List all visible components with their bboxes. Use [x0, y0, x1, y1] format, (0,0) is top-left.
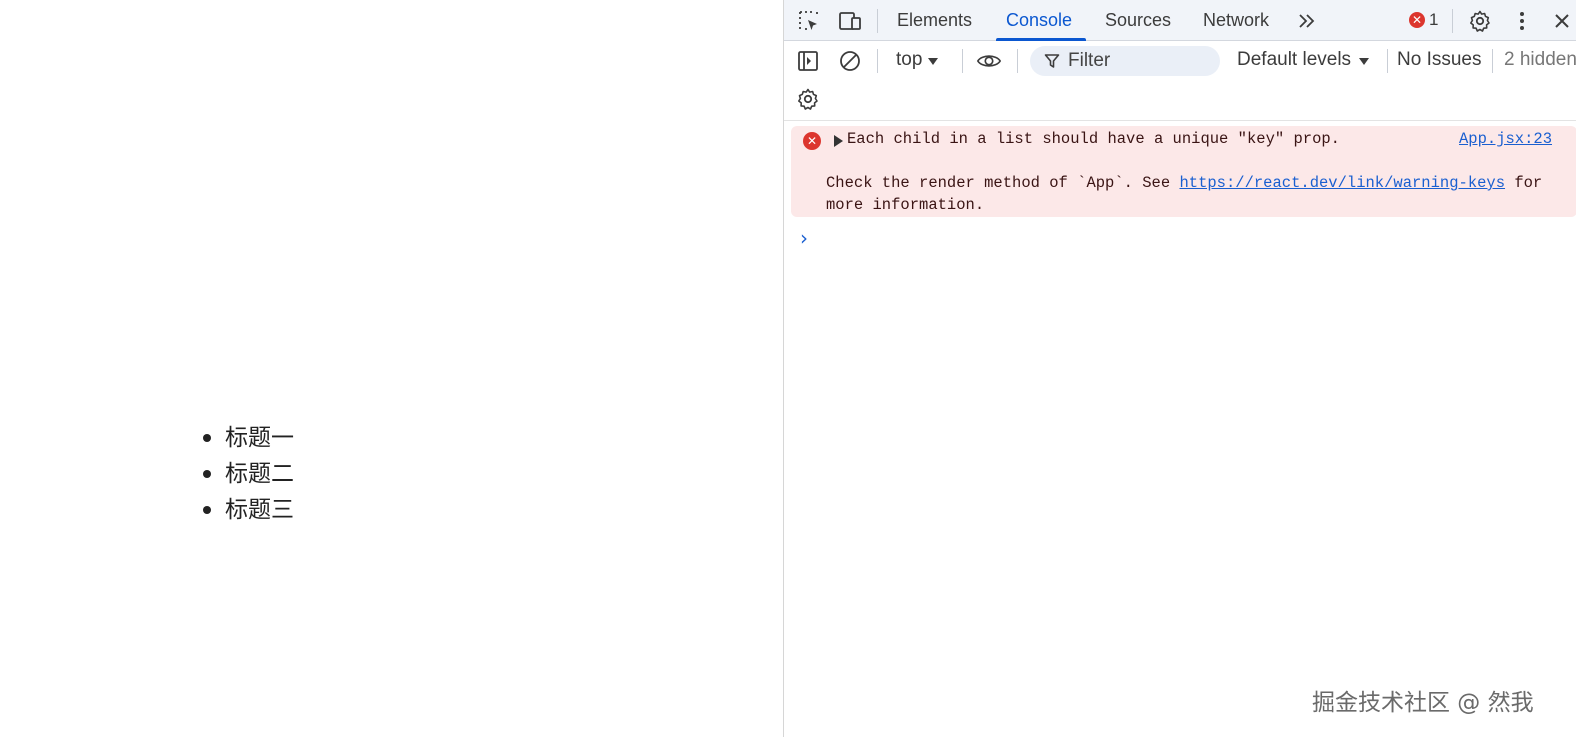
- list-item: 标题三: [203, 492, 294, 528]
- separator: [1452, 9, 1453, 33]
- more-tabs-icon[interactable]: [1294, 8, 1320, 34]
- context-label: top: [896, 49, 923, 70]
- tab-elements[interactable]: Elements: [897, 0, 972, 41]
- hidden-messages-count: 2 hidden: [1504, 49, 1576, 70]
- watermark: 掘金技术社区 @ 然我: [1312, 690, 1534, 716]
- filter-field[interactable]: [1030, 46, 1220, 76]
- sidebar-toggle-icon[interactable]: [795, 48, 821, 74]
- devtools-panel: Elements Console Sources Network ✕ 1 top…: [783, 0, 1576, 737]
- error-count-badge[interactable]: ✕ 1: [1409, 10, 1438, 30]
- prompt-chevron-icon[interactable]: ›: [800, 226, 808, 250]
- filter-input[interactable]: [1068, 50, 1198, 72]
- context-selector[interactable]: top: [896, 49, 939, 71]
- detail-prefix: Check the render method of `App`. See: [826, 174, 1180, 192]
- issues-button[interactable]: No Issues: [1397, 49, 1481, 71]
- separator: [962, 49, 963, 73]
- levels-label: Default levels: [1237, 49, 1352, 70]
- list-item: 标题一: [203, 420, 294, 456]
- page-viewport: 标题一 标题二 标题三: [0, 0, 783, 737]
- tab-network[interactable]: Network: [1203, 0, 1269, 41]
- clear-console-icon[interactable]: [837, 48, 863, 74]
- console-output: ✕ Each child in a list should have a uni…: [784, 121, 1576, 737]
- more-options-icon[interactable]: [1509, 8, 1535, 34]
- error-count: 1: [1429, 10, 1439, 29]
- inspect-element-icon[interactable]: [796, 8, 822, 34]
- chevron-down-icon: [1359, 58, 1370, 65]
- error-source-link[interactable]: App.jsx:23: [1459, 130, 1552, 148]
- chevron-down-icon: [928, 58, 939, 65]
- settings-icon[interactable]: [1467, 8, 1493, 34]
- devtools-tabbar: Elements Console Sources Network ✕ 1: [784, 0, 1576, 41]
- title-list: 标题一 标题二 标题三: [203, 420, 294, 528]
- error-detail: Check the render method of `App`. See ht…: [826, 172, 1546, 216]
- error-icon: ✕: [1409, 12, 1425, 28]
- error-text: Each child in a list should have a uniqu…: [847, 130, 1340, 148]
- separator: [1492, 49, 1493, 73]
- error-icon: ✕: [803, 132, 821, 150]
- separator: [1387, 49, 1388, 73]
- log-levels-dropdown[interactable]: Default levels: [1237, 49, 1370, 71]
- warning-keys-link[interactable]: https://react.dev/link/warning-keys: [1179, 174, 1505, 192]
- console-toolbar: top Default levels No Issues 2 hidden: [784, 41, 1576, 121]
- separator: [1017, 49, 1018, 73]
- tab-console[interactable]: Console: [995, 0, 1087, 41]
- console-settings-icon[interactable]: [795, 86, 821, 112]
- list-item: 标题二: [203, 456, 294, 492]
- eye-icon[interactable]: [976, 48, 1002, 74]
- tab-sources[interactable]: Sources: [1105, 0, 1171, 41]
- device-toolbar-icon[interactable]: [837, 8, 863, 34]
- console-error-message[interactable]: ✕ Each child in a list should have a uni…: [791, 126, 1576, 217]
- close-icon[interactable]: [1549, 8, 1575, 34]
- expand-triangle-icon[interactable]: [834, 135, 843, 147]
- separator: [877, 9, 878, 33]
- filter-icon: [1044, 54, 1060, 68]
- separator: [877, 49, 878, 73]
